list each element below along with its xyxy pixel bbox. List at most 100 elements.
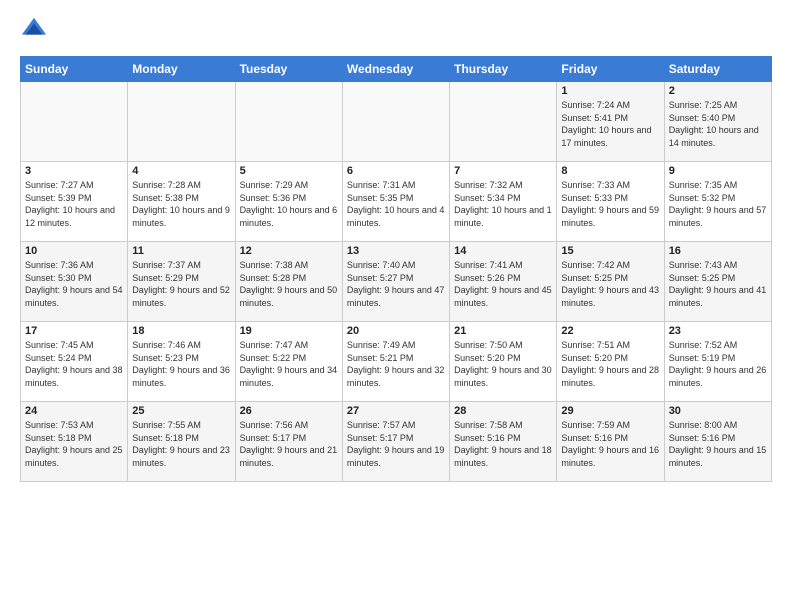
header-cell-tuesday: Tuesday — [235, 57, 342, 82]
day-info: Sunrise: 7:58 AM Sunset: 5:16 PM Dayligh… — [454, 419, 552, 469]
day-number: 16 — [669, 245, 767, 257]
day-number: 15 — [561, 245, 659, 257]
day-cell: 12 Sunrise: 7:38 AM Sunset: 5:28 PM Dayli… — [235, 242, 342, 322]
day-info: Sunrise: 7:41 AM Sunset: 5:26 PM Dayligh… — [454, 259, 552, 309]
day-cell: 4 Sunrise: 7:28 AM Sunset: 5:38 PM Daylig… — [128, 162, 235, 242]
day-cell: 5 Sunrise: 7:29 AM Sunset: 5:36 PM Daylig… — [235, 162, 342, 242]
day-cell: 18 Sunrise: 7:46 AM Sunset: 5:23 PM Dayli… — [128, 322, 235, 402]
day-info: Sunrise: 7:42 AM Sunset: 5:25 PM Dayligh… — [561, 259, 659, 309]
day-number: 13 — [347, 245, 445, 257]
day-info: Sunrise: 7:25 AM Sunset: 5:40 PM Dayligh… — [669, 99, 767, 149]
day-info: Sunrise: 8:00 AM Sunset: 5:16 PM Dayligh… — [669, 419, 767, 469]
day-info: Sunrise: 7:59 AM Sunset: 5:16 PM Dayligh… — [561, 419, 659, 469]
day-cell: 1 Sunrise: 7:24 AM Sunset: 5:41 PM Daylig… — [557, 82, 664, 162]
day-cell: 23 Sunrise: 7:52 AM Sunset: 5:19 PM Dayli… — [664, 322, 771, 402]
day-number: 18 — [132, 325, 230, 337]
day-number: 6 — [347, 165, 445, 177]
day-info: Sunrise: 7:38 AM Sunset: 5:28 PM Dayligh… — [240, 259, 338, 309]
day-cell: 2 Sunrise: 7:25 AM Sunset: 5:40 PM Daylig… — [664, 82, 771, 162]
header-cell-sunday: Sunday — [21, 57, 128, 82]
header-cell-saturday: Saturday — [664, 57, 771, 82]
day-number: 3 — [25, 165, 123, 177]
week-row-4: 17 Sunrise: 7:45 AM Sunset: 5:24 PM Dayli… — [21, 322, 772, 402]
day-cell: 25Sunrise: 7:55 AM Sunset: 5:18 PM Dayli… — [128, 402, 235, 482]
day-number: 1 — [561, 85, 659, 97]
day-cell: 17 Sunrise: 7:45 AM Sunset: 5:24 PM Dayli… — [21, 322, 128, 402]
day-cell — [342, 82, 449, 162]
day-cell: 27 Sunrise: 7:57 AM Sunset: 5:17 PM Dayli… — [342, 402, 449, 482]
day-info: Sunrise: 7:46 AM Sunset: 5:23 PM Dayligh… — [132, 339, 230, 389]
day-number: 28 — [454, 405, 552, 417]
day-info: Sunrise: 7:50 AM Sunset: 5:20 PM Dayligh… — [454, 339, 552, 389]
day-info: Sunrise: 7:56 AM Sunset: 5:17 PM Dayligh… — [240, 419, 338, 469]
day-number: 23 — [669, 325, 767, 337]
day-number: 9 — [669, 165, 767, 177]
week-row-1: 1 Sunrise: 7:24 AM Sunset: 5:41 PM Daylig… — [21, 82, 772, 162]
day-number: 14 — [454, 245, 552, 257]
day-number: 27 — [347, 405, 445, 417]
calendar-table: SundayMondayTuesdayWednesdayThursdayFrid… — [20, 56, 772, 482]
day-info: Sunrise: 7:36 AM Sunset: 5:30 PM Dayligh… — [25, 259, 123, 309]
day-info: Sunrise: 7:45 AM Sunset: 5:24 PM Dayligh… — [25, 339, 123, 389]
week-row-5: 24Sunrise: 7:53 AM Sunset: 5:18 PM Dayli… — [21, 402, 772, 482]
day-info: Sunrise: 7:28 AM Sunset: 5:38 PM Dayligh… — [132, 179, 230, 229]
day-number: 17 — [25, 325, 123, 337]
day-info: Sunrise: 7:51 AM Sunset: 5:20 PM Dayligh… — [561, 339, 659, 389]
week-row-2: 3 Sunrise: 7:27 AM Sunset: 5:39 PM Daylig… — [21, 162, 772, 242]
day-cell: 11 Sunrise: 7:37 AM Sunset: 5:29 PM Dayli… — [128, 242, 235, 322]
day-info: Sunrise: 7:53 AM Sunset: 5:18 PM Dayligh… — [25, 419, 123, 469]
day-cell: 24Sunrise: 7:53 AM Sunset: 5:18 PM Dayli… — [21, 402, 128, 482]
day-info: Sunrise: 7:47 AM Sunset: 5:22 PM Dayligh… — [240, 339, 338, 389]
day-info: Sunrise: 7:57 AM Sunset: 5:17 PM Dayligh… — [347, 419, 445, 469]
header-cell-wednesday: Wednesday — [342, 57, 449, 82]
day-info: Sunrise: 7:37 AM Sunset: 5:29 PM Dayligh… — [132, 259, 230, 309]
day-info: Sunrise: 7:33 AM Sunset: 5:33 PM Dayligh… — [561, 179, 659, 229]
day-info: Sunrise: 7:29 AM Sunset: 5:36 PM Dayligh… — [240, 179, 338, 229]
day-info: Sunrise: 7:52 AM Sunset: 5:19 PM Dayligh… — [669, 339, 767, 389]
day-cell: 22 Sunrise: 7:51 AM Sunset: 5:20 PM Dayli… — [557, 322, 664, 402]
day-cell — [21, 82, 128, 162]
day-number: 11 — [132, 245, 230, 257]
day-number: 4 — [132, 165, 230, 177]
day-cell: 10Sunrise: 7:36 AM Sunset: 5:30 PM Dayli… — [21, 242, 128, 322]
day-cell: 20Sunrise: 7:49 AM Sunset: 5:21 PM Dayli… — [342, 322, 449, 402]
day-number: 22 — [561, 325, 659, 337]
day-number: 26 — [240, 405, 338, 417]
day-info: Sunrise: 7:35 AM Sunset: 5:32 PM Dayligh… — [669, 179, 767, 229]
day-number: 12 — [240, 245, 338, 257]
day-cell: 8 Sunrise: 7:33 AM Sunset: 5:33 PM Daylig… — [557, 162, 664, 242]
header-row: SundayMondayTuesdayWednesdayThursdayFrid… — [21, 57, 772, 82]
day-cell: 30 Sunrise: 8:00 AM Sunset: 5:16 PM Dayli… — [664, 402, 771, 482]
day-cell — [235, 82, 342, 162]
day-cell: 7Sunrise: 7:32 AM Sunset: 5:34 PM Daylig… — [450, 162, 557, 242]
day-number: 30 — [669, 405, 767, 417]
header-cell-friday: Friday — [557, 57, 664, 82]
day-number: 2 — [669, 85, 767, 97]
day-number: 29 — [561, 405, 659, 417]
calendar-header: SundayMondayTuesdayWednesdayThursdayFrid… — [21, 57, 772, 82]
day-info: Sunrise: 7:40 AM Sunset: 5:27 PM Dayligh… — [347, 259, 445, 309]
day-cell: 6Sunrise: 7:31 AM Sunset: 5:35 PM Daylig… — [342, 162, 449, 242]
page: SundayMondayTuesdayWednesdayThursdayFrid… — [0, 0, 792, 492]
day-number: 20 — [347, 325, 445, 337]
day-cell: 13 Sunrise: 7:40 AM Sunset: 5:27 PM Dayli… — [342, 242, 449, 322]
day-cell: 26 Sunrise: 7:56 AM Sunset: 5:17 PM Dayli… — [235, 402, 342, 482]
header-cell-thursday: Thursday — [450, 57, 557, 82]
logo-icon — [20, 16, 48, 44]
day-cell — [450, 82, 557, 162]
day-info: Sunrise: 7:43 AM Sunset: 5:25 PM Dayligh… — [669, 259, 767, 309]
day-number: 8 — [561, 165, 659, 177]
day-info: Sunrise: 7:27 AM Sunset: 5:39 PM Dayligh… — [25, 179, 123, 229]
day-cell: 19Sunrise: 7:47 AM Sunset: 5:22 PM Dayli… — [235, 322, 342, 402]
day-info: Sunrise: 7:24 AM Sunset: 5:41 PM Dayligh… — [561, 99, 659, 149]
day-number: 5 — [240, 165, 338, 177]
calendar-body: 1 Sunrise: 7:24 AM Sunset: 5:41 PM Daylig… — [21, 82, 772, 482]
header-cell-monday: Monday — [128, 57, 235, 82]
day-cell: 14 Sunrise: 7:41 AM Sunset: 5:26 PM Dayli… — [450, 242, 557, 322]
day-info: Sunrise: 7:55 AM Sunset: 5:18 PM Dayligh… — [132, 419, 230, 469]
day-cell: 21Sunrise: 7:50 AM Sunset: 5:20 PM Dayli… — [450, 322, 557, 402]
week-row-3: 10Sunrise: 7:36 AM Sunset: 5:30 PM Dayli… — [21, 242, 772, 322]
day-cell: 15 Sunrise: 7:42 AM Sunset: 5:25 PM Dayli… — [557, 242, 664, 322]
day-cell: 16 Sunrise: 7:43 AM Sunset: 5:25 PM Dayli… — [664, 242, 771, 322]
day-cell: 9 Sunrise: 7:35 AM Sunset: 5:32 PM Daylig… — [664, 162, 771, 242]
